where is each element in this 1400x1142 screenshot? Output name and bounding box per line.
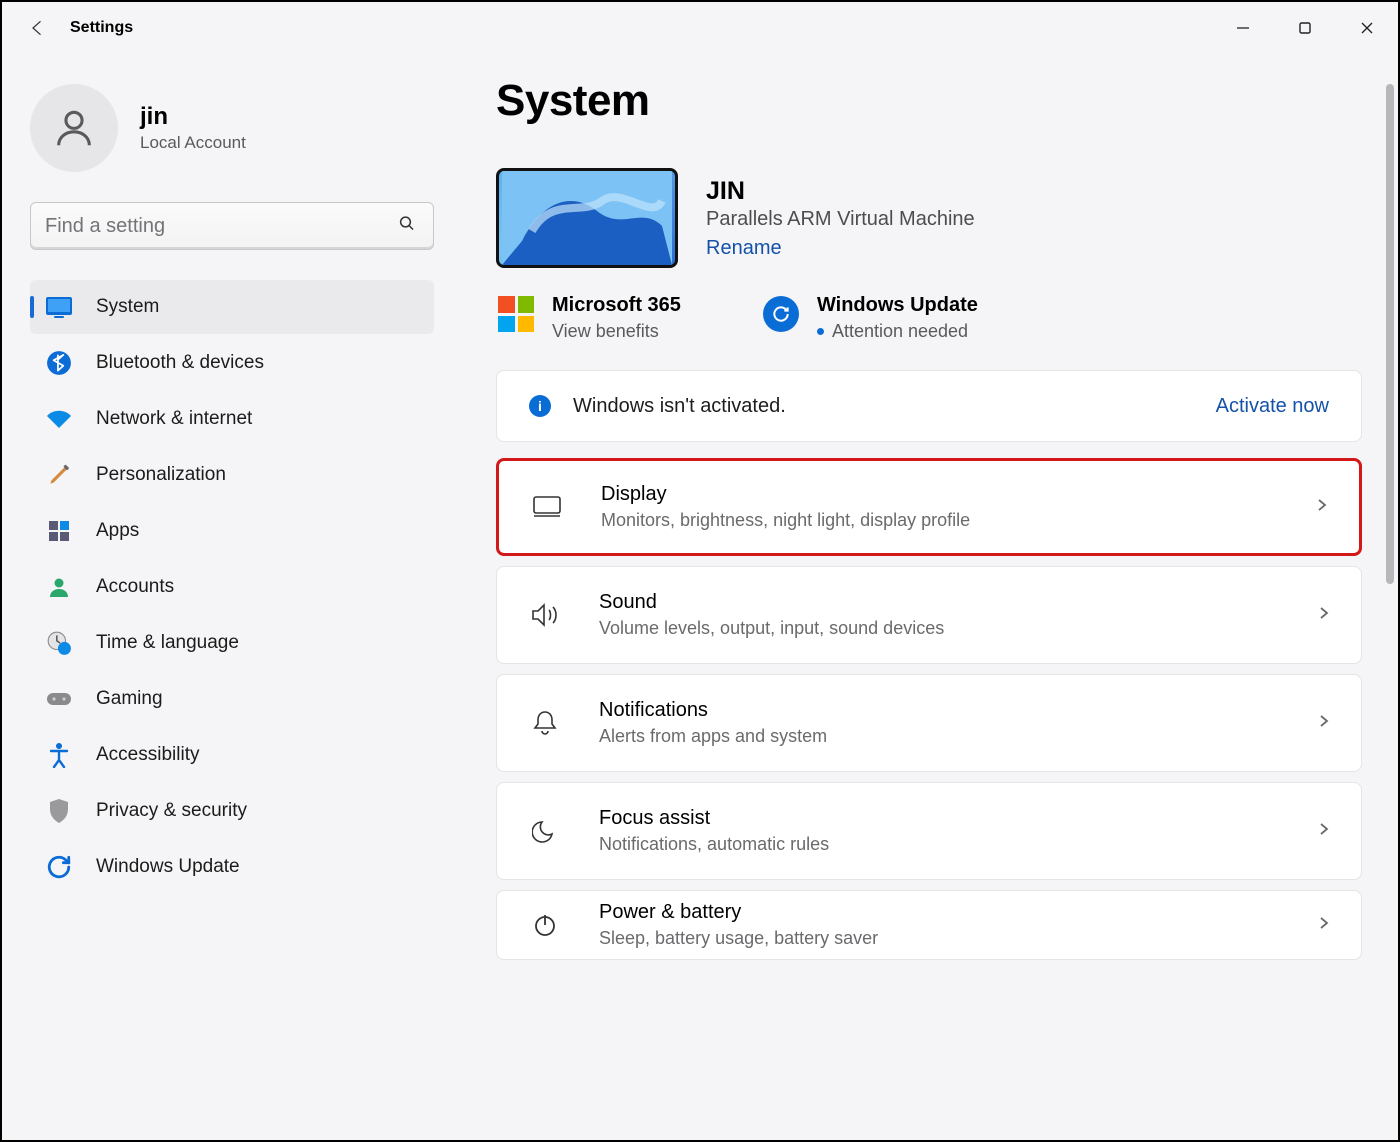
- chevron-right-icon: [1317, 714, 1331, 733]
- sidebar: jin Local Account System Bluetooth & d: [2, 54, 462, 1140]
- close-button[interactable]: [1336, 2, 1398, 54]
- setting-power-battery[interactable]: Power & battery Sleep, battery usage, ba…: [496, 890, 1362, 960]
- user-type: Local Account: [140, 133, 246, 153]
- windows-update-status[interactable]: Windows Update Attention needed: [761, 294, 978, 342]
- nav-item-gaming[interactable]: Gaming: [30, 672, 434, 726]
- accessibility-icon: [44, 740, 74, 770]
- update-icon: [44, 852, 74, 882]
- setting-notifications[interactable]: Notifications Alerts from apps and syste…: [496, 674, 1362, 772]
- bluetooth-icon: [44, 348, 74, 378]
- m365-title: Microsoft 365: [552, 294, 681, 317]
- avatar: [30, 84, 118, 172]
- nav-item-personalization[interactable]: Personalization: [30, 448, 434, 502]
- sync-icon: [761, 294, 801, 334]
- setting-title: Focus assist: [599, 807, 829, 830]
- nav-label: Gaming: [96, 688, 163, 710]
- nav-label: Time & language: [96, 632, 239, 654]
- info-icon: i: [529, 395, 551, 417]
- setting-focus-assist[interactable]: Focus assist Notifications, automatic ru…: [496, 782, 1362, 880]
- device-desc: Parallels ARM Virtual Machine: [706, 208, 975, 231]
- titlebar: Settings: [2, 2, 1398, 54]
- nav-item-windows-update[interactable]: Windows Update: [30, 840, 434, 894]
- nav-list: System Bluetooth & devices Network & int…: [30, 280, 434, 894]
- user-name: jin: [140, 103, 246, 131]
- m365-sub: View benefits: [552, 321, 681, 342]
- setting-sound[interactable]: Sound Volume levels, output, input, soun…: [496, 566, 1362, 664]
- chevron-right-icon: [1317, 916, 1331, 935]
- back-button[interactable]: [8, 2, 68, 54]
- sound-icon: [527, 597, 563, 633]
- apps-icon: [44, 516, 74, 546]
- wifi-icon: [44, 404, 74, 434]
- wu-title: Windows Update: [817, 294, 978, 317]
- nav-label: Apps: [96, 520, 139, 542]
- search-icon: [398, 215, 416, 238]
- person-icon: [44, 572, 74, 602]
- nav-label: Personalization: [96, 464, 226, 486]
- nav-label: Network & internet: [96, 408, 252, 430]
- nav-label: Accounts: [96, 576, 174, 598]
- settings-list: Display Monitors, brightness, night ligh…: [496, 458, 1362, 960]
- device-thumbnail: [496, 168, 678, 268]
- activation-text: Windows isn't activated.: [573, 395, 786, 418]
- page-title: System: [496, 76, 1362, 126]
- rename-link[interactable]: Rename: [706, 237, 782, 260]
- nav-item-privacy[interactable]: Privacy & security: [30, 784, 434, 838]
- setting-title: Sound: [599, 591, 944, 614]
- attention-dot-icon: [817, 328, 824, 335]
- chevron-right-icon: [1317, 606, 1331, 625]
- device-name: JIN: [706, 177, 975, 206]
- system-icon: [44, 292, 74, 322]
- nav-item-system[interactable]: System: [30, 280, 434, 334]
- nav-item-time-language[interactable]: Time & language: [30, 616, 434, 670]
- nav-item-accessibility[interactable]: Accessibility: [30, 728, 434, 782]
- setting-title: Power & battery: [599, 901, 878, 924]
- user-account-block[interactable]: jin Local Account: [30, 84, 434, 172]
- chevron-right-icon: [1315, 498, 1329, 517]
- app-title: Settings: [70, 19, 133, 37]
- nav-item-accounts[interactable]: Accounts: [30, 560, 434, 614]
- setting-title: Notifications: [599, 699, 827, 722]
- clock-globe-icon: [44, 628, 74, 658]
- bell-icon: [527, 705, 563, 741]
- window-controls: [1212, 2, 1398, 54]
- wu-sub: Attention needed: [817, 321, 978, 342]
- gamepad-icon: [44, 684, 74, 714]
- setting-sub: Volume levels, output, input, sound devi…: [599, 618, 944, 639]
- setting-sub: Sleep, battery usage, battery saver: [599, 928, 878, 949]
- nav-item-bluetooth[interactable]: Bluetooth & devices: [30, 336, 434, 390]
- m365-status[interactable]: Microsoft 365 View benefits: [496, 294, 681, 342]
- nav-label: Privacy & security: [96, 800, 247, 822]
- setting-display[interactable]: Display Monitors, brightness, night ligh…: [496, 458, 1362, 556]
- setting-sub: Notifications, automatic rules: [599, 834, 829, 855]
- search-box: [30, 202, 434, 250]
- scrollbar-thumb[interactable]: [1386, 84, 1394, 584]
- activation-banner: i Windows isn't activated. Activate now: [496, 370, 1362, 442]
- minimize-button[interactable]: [1212, 2, 1274, 54]
- brush-icon: [44, 460, 74, 490]
- setting-title: Display: [601, 483, 970, 506]
- microsoft-logo-icon: [496, 294, 536, 334]
- device-info: JIN Parallels ARM Virtual Machine Rename: [496, 168, 1362, 268]
- nav-label: Bluetooth & devices: [96, 352, 264, 374]
- activate-now-link[interactable]: Activate now: [1216, 395, 1329, 418]
- status-row: Microsoft 365 View benefits Windows Upda…: [496, 294, 1362, 342]
- setting-sub: Alerts from apps and system: [599, 726, 827, 747]
- maximize-button[interactable]: [1274, 2, 1336, 54]
- display-icon: [529, 489, 565, 525]
- nav-label: Accessibility: [96, 744, 199, 766]
- moon-icon: [527, 813, 563, 849]
- power-icon: [527, 907, 563, 943]
- search-input[interactable]: [30, 202, 434, 250]
- content-area: System JIN Parallels ARM Virtual Machine…: [462, 54, 1398, 1140]
- chevron-right-icon: [1317, 822, 1331, 841]
- setting-sub: Monitors, brightness, night light, displ…: [601, 510, 970, 531]
- nav-item-apps[interactable]: Apps: [30, 504, 434, 558]
- nav-label: System: [96, 296, 159, 318]
- nav-label: Windows Update: [96, 856, 240, 878]
- nav-item-network[interactable]: Network & internet: [30, 392, 434, 446]
- shield-icon: [44, 796, 74, 826]
